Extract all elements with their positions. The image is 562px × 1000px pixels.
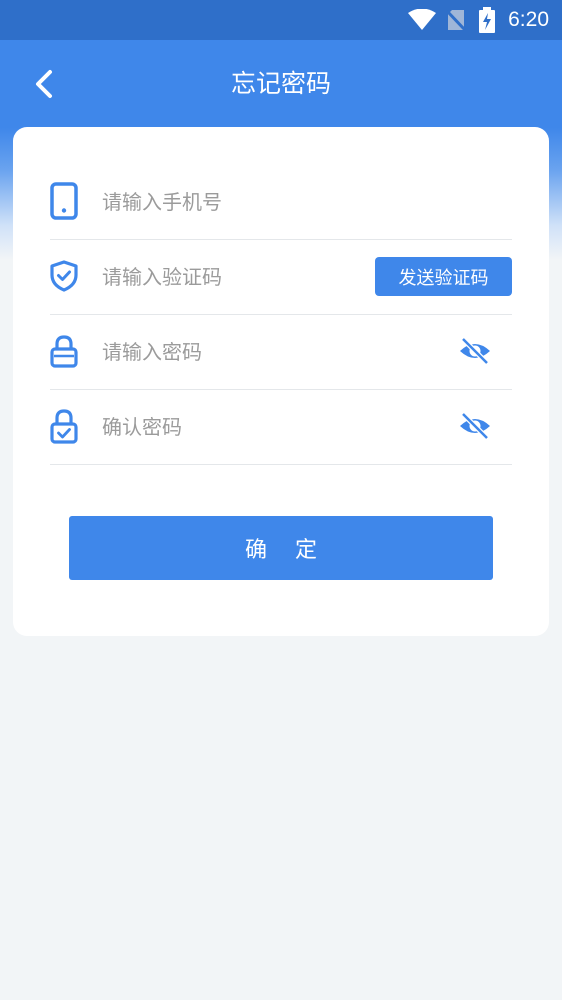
password-input[interactable] — [102, 314, 362, 389]
confirm-button[interactable]: 确 定 — [69, 516, 493, 580]
phone-row — [50, 164, 512, 240]
form-card: 发送验证码 确 定 — [13, 127, 549, 636]
status-time: 6:20 — [508, 8, 549, 31]
confirm-password-input[interactable] — [102, 389, 362, 464]
page-title: 忘记密码 — [230, 69, 331, 98]
shield-check-icon — [50, 260, 78, 292]
send-code-button[interactable]: 发送验证码 — [375, 257, 512, 296]
battery-charging-icon — [479, 7, 495, 33]
phone-icon — [50, 182, 78, 220]
eye-off-icon[interactable] — [458, 336, 492, 366]
status-bar: 6:20 — [0, 0, 562, 40]
eye-off-icon[interactable] — [458, 411, 492, 441]
phone-input[interactable] — [102, 164, 362, 239]
lock-icon — [50, 335, 78, 368]
confirm-password-row — [50, 389, 512, 465]
password-row — [50, 314, 512, 390]
lock-check-icon — [50, 409, 78, 444]
navigation-bar: 忘记密码 — [0, 40, 562, 128]
no-sim-icon — [446, 9, 466, 31]
wifi-icon — [408, 9, 436, 30]
code-row: 发送验证码 — [50, 239, 512, 315]
verification-code-input[interactable] — [102, 239, 362, 314]
